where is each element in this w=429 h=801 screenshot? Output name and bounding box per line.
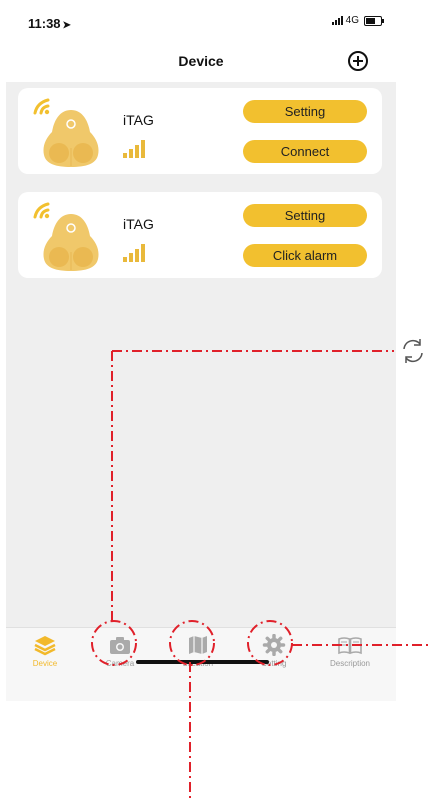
tab-description[interactable]: Description <box>315 634 385 668</box>
tab-label: Camera <box>105 659 135 668</box>
page-title: Device <box>178 53 224 69</box>
map-icon <box>189 636 207 654</box>
nav-bar: Device <box>6 40 396 82</box>
home-indicator[interactable] <box>136 660 269 664</box>
cell-signal-icon <box>331 16 343 25</box>
setting-button[interactable]: Setting <box>243 100 367 123</box>
itag-device-icon <box>43 110 99 167</box>
camera-icon <box>110 637 130 654</box>
device-list: iTAG Setting Connect iTAG Setting Click … <box>6 82 396 627</box>
status-time: 11:38 ➤ <box>28 16 71 31</box>
signal-strength-icon <box>123 140 145 158</box>
device-name: iTAG <box>123 112 154 128</box>
signal-strength-icon <box>123 244 145 262</box>
status-bar: 11:38 ➤ 4G <box>6 0 396 40</box>
phone-screen: 11:38 ➤ 4G Device iTAG Setting Connect i… <box>6 0 396 701</box>
device-card: iTAG Setting Click alarm <box>18 192 382 278</box>
setting-button[interactable]: Setting <box>243 204 367 227</box>
status-indicators: 4G <box>331 15 384 26</box>
refresh-icon[interactable] <box>398 336 428 366</box>
battery-icon <box>364 15 384 26</box>
itag-device-icon <box>43 214 99 271</box>
book-icon <box>338 637 362 655</box>
gear-icon <box>262 634 286 656</box>
tab-device[interactable]: Device <box>10 634 80 668</box>
network-type: 4G <box>345 15 359 26</box>
device-name: iTAG <box>123 216 154 232</box>
add-device-icon[interactable] <box>348 51 368 71</box>
layers-icon <box>34 636 56 656</box>
location-arrow-icon: ➤ <box>62 20 71 31</box>
device-card: iTAG Setting Connect <box>18 88 382 174</box>
click-alarm-button[interactable]: Click alarm <box>243 244 367 267</box>
tab-label: Description <box>329 659 370 668</box>
connect-button[interactable]: Connect <box>243 140 367 163</box>
tab-label: Device <box>32 659 58 668</box>
time-text: 11:38 <box>28 16 61 31</box>
tab-bar: Device Camera Location <box>6 627 396 701</box>
